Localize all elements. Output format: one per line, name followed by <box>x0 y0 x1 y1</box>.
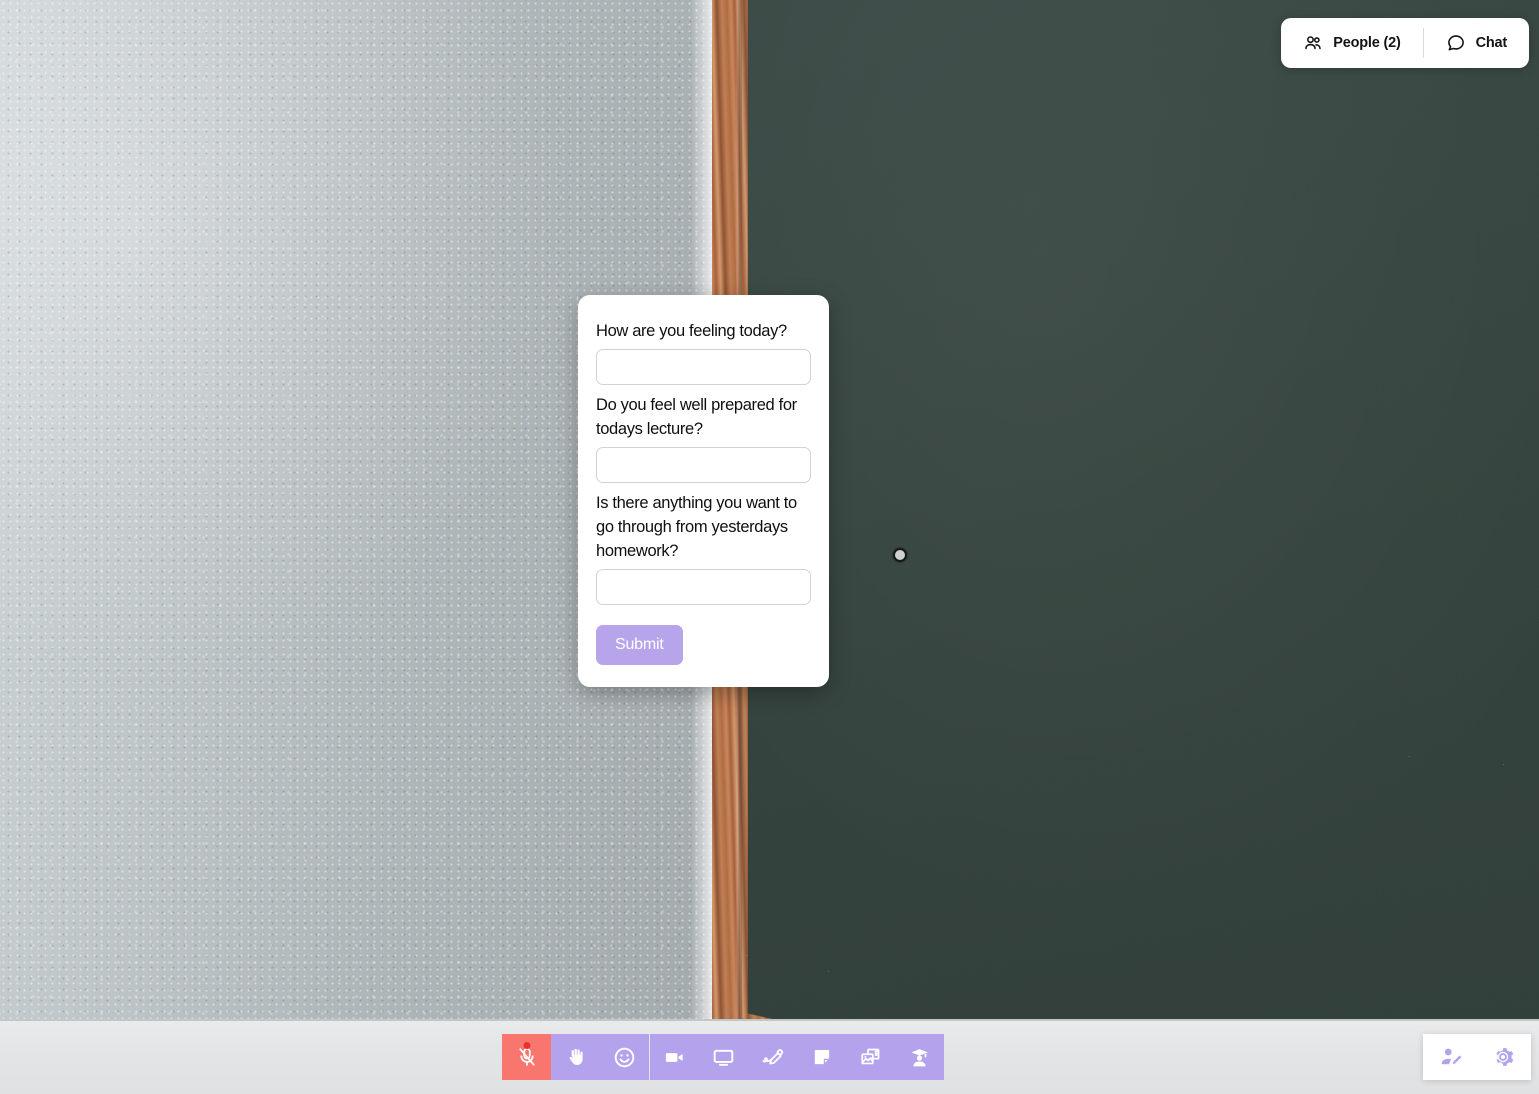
toolbar-group-audio-video-reactions <box>502 1034 649 1080</box>
chalkboard <box>706 0 1539 1094</box>
app-root: People (2) Chat How are you feeling toda… <box>0 0 1539 1094</box>
feedback-form-panel: How are you feeling today? Do you feel w… <box>578 295 829 687</box>
screen-share-button[interactable] <box>699 1034 748 1080</box>
raised-hand-icon <box>565 1046 587 1068</box>
question-input-2[interactable] <box>596 447 811 483</box>
people-label: People (2) <box>1333 35 1401 51</box>
emoji-reaction-button[interactable] <box>600 1034 649 1080</box>
monitor-icon <box>712 1046 735 1069</box>
toolbar-group-classroom-tools <box>895 1034 944 1080</box>
bottom-right-controls <box>1423 1034 1531 1080</box>
people-button[interactable]: People (2) <box>1281 18 1422 68</box>
pen-icon <box>761 1046 784 1069</box>
smiley-face-icon <box>613 1046 636 1069</box>
microphone-muted-button[interactable] <box>502 1034 551 1080</box>
whiteboard-pen-button[interactable] <box>748 1034 797 1080</box>
person-edit-icon <box>1439 1045 1463 1069</box>
settings-button[interactable] <box>1485 1039 1521 1075</box>
chat-bubble-icon <box>1446 33 1466 53</box>
chat-button[interactable]: Chat <box>1424 18 1529 68</box>
top-right-controls: People (2) Chat <box>1281 18 1529 68</box>
question-input-3[interactable] <box>596 569 811 605</box>
note-button[interactable] <box>797 1034 846 1080</box>
edit-profile-button[interactable] <box>1433 1039 1469 1075</box>
question-label-2: Do you feel well prepared for todays lec… <box>596 396 797 438</box>
video-camera-icon <box>663 1046 686 1069</box>
recording-indicator-dot <box>523 1042 530 1049</box>
media-gallery-button[interactable] <box>846 1034 895 1080</box>
toolbar-group-share-tools <box>650 1034 895 1080</box>
camera-button[interactable] <box>650 1034 699 1080</box>
question-label-1: How are you feeling today? <box>596 322 787 340</box>
raise-hand-button[interactable] <box>551 1034 600 1080</box>
chalkboard-surface <box>747 0 1539 1094</box>
images-stack-icon <box>859 1046 882 1069</box>
scene-pointer[interactable] <box>893 548 907 562</box>
floor-wall-seam <box>0 1019 1539 1021</box>
submit-button[interactable]: Submit <box>596 625 683 665</box>
question-input-1[interactable] <box>596 349 811 385</box>
chalkboard-wooden-frame <box>706 0 1539 1094</box>
question-label-3: Is there anything you want to go through… <box>596 494 797 560</box>
people-icon <box>1303 33 1323 53</box>
sticky-note-icon <box>811 1046 833 1068</box>
microphone-muted-icon <box>516 1046 538 1068</box>
gear-icon <box>1491 1045 1515 1069</box>
graduation-cap-person-icon <box>908 1046 931 1069</box>
student-view-button[interactable] <box>895 1034 944 1080</box>
chat-label: Chat <box>1475 35 1508 51</box>
